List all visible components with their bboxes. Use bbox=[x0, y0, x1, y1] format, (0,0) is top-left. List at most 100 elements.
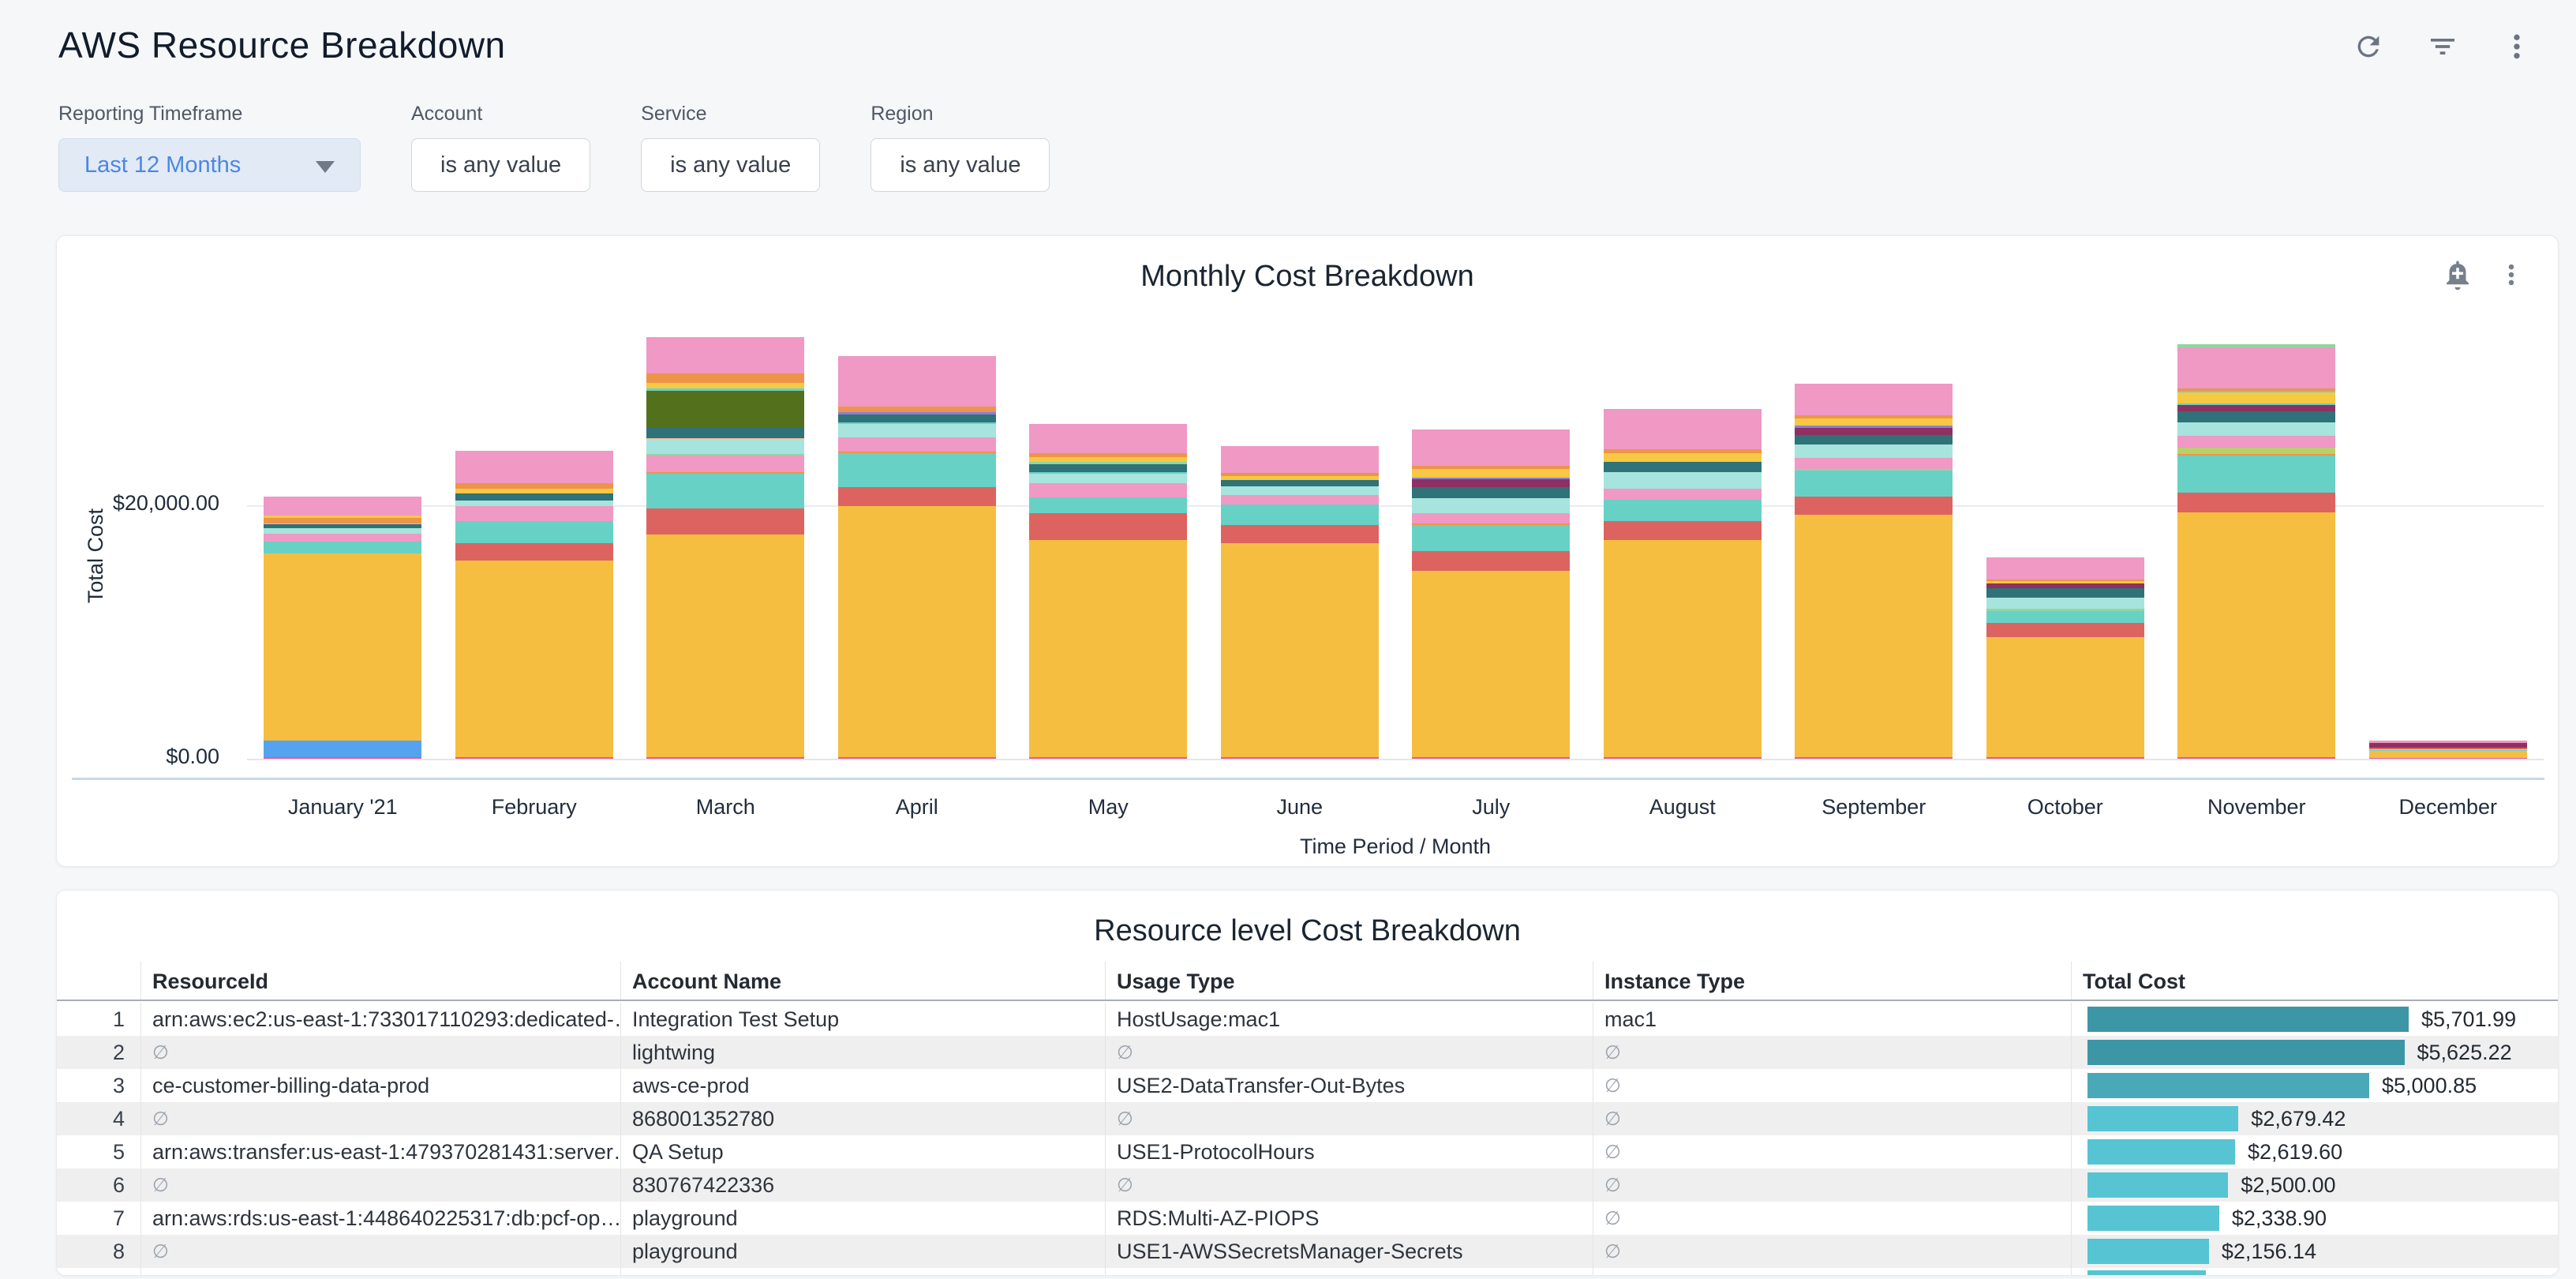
bar-segment-amber[interactable] bbox=[646, 534, 804, 757]
bar-segment-lightcyan[interactable] bbox=[1221, 486, 1379, 495]
bar-segment-yellowgreen[interactable] bbox=[2177, 448, 2335, 454]
cell-total-cost[interactable]: $2,619.60 bbox=[2071, 1135, 2559, 1168]
cell-usage-type[interactable]: HostUsage:mac1 bbox=[1105, 1003, 1593, 1036]
bar-segment-pink[interactable] bbox=[1412, 513, 1570, 524]
cell-account-name[interactable]: lightwing bbox=[620, 1036, 1105, 1069]
cell-usage-type[interactable]: USE1-ProtocolHours bbox=[1105, 1135, 1593, 1168]
bar-segment-yellow[interactable] bbox=[2177, 392, 2335, 403]
bar-segment-darkteal[interactable] bbox=[1604, 462, 1762, 472]
bar-segment-darkteal[interactable] bbox=[1029, 464, 1187, 472]
cell-usage-type[interactable]: USE2-DataTransfer-Out-Bytes bbox=[1105, 1069, 1593, 1102]
bar-segment-orange[interactable] bbox=[646, 373, 804, 383]
bar-segment-pink[interactable] bbox=[1604, 489, 1762, 500]
bar-segment-darkteal[interactable] bbox=[1986, 588, 2144, 598]
bar-segment-amber[interactable] bbox=[1986, 637, 2144, 757]
bar-segment-pink[interactable] bbox=[1795, 458, 1953, 469]
bar-segment-orange[interactable] bbox=[838, 407, 996, 412]
bar-segment-pink[interactable] bbox=[646, 456, 804, 473]
bar-segment-lightcyan[interactable] bbox=[2177, 422, 2335, 436]
bar-april[interactable] bbox=[822, 317, 1013, 759]
bar-segment-lightcyan[interactable] bbox=[1412, 498, 1570, 513]
bar-segment-darkteal[interactable] bbox=[838, 414, 996, 422]
bar-segment-teal[interactable] bbox=[455, 521, 613, 542]
bar-segment-teal[interactable] bbox=[1986, 611, 2144, 623]
bar-segment-pink[interactable] bbox=[1986, 557, 2144, 579]
bar-segment-lightcyan[interactable] bbox=[1795, 444, 1953, 458]
bar-january-21[interactable] bbox=[247, 317, 439, 759]
cell-account-name[interactable]: 830767422336 bbox=[620, 1168, 1105, 1202]
bar-segment-lightcyan[interactable] bbox=[455, 501, 613, 506]
filter-icon[interactable] bbox=[2426, 30, 2459, 63]
bar-segment-red[interactable] bbox=[455, 543, 613, 561]
bar-segment-red[interactable] bbox=[1986, 623, 2144, 636]
cell-total-cost[interactable]: $5,701.99 bbox=[2071, 1003, 2559, 1036]
bar-segment-teal[interactable] bbox=[1604, 500, 1762, 521]
bar-segment-pink[interactable] bbox=[838, 437, 996, 452]
bar-october[interactable] bbox=[1970, 317, 2162, 759]
bar-february[interactable] bbox=[439, 317, 631, 759]
cell-resource-id[interactable]: ce-customer-billing-data-prod bbox=[140, 1069, 620, 1102]
cell-resource-id[interactable]: arn:aws:rds:us-east-1:448640225317:db:pc… bbox=[140, 1202, 620, 1235]
cell-usage-type[interactable]: USE1-AWSSecretsManager-Secrets bbox=[1105, 1235, 1593, 1268]
bar-segment-amber[interactable] bbox=[2369, 751, 2527, 758]
bar-segment-amber[interactable] bbox=[264, 553, 421, 741]
bar-segment-darkteal[interactable] bbox=[455, 493, 613, 501]
bar-segment-darkteal[interactable] bbox=[2177, 411, 2335, 422]
bar-march[interactable] bbox=[630, 317, 822, 759]
bar-segment-pink[interactable] bbox=[1029, 483, 1187, 497]
filter-value-button[interactable]: is any value bbox=[641, 138, 820, 192]
bar-segment-teal[interactable] bbox=[2177, 456, 2335, 493]
cell-account-name[interactable]: playground bbox=[620, 1202, 1105, 1235]
bar-segment-amber[interactable] bbox=[1029, 540, 1187, 756]
bar-segment-red[interactable] bbox=[1412, 551, 1570, 571]
cell-total-cost[interactable]: $5,625.22 bbox=[2071, 1036, 2559, 1069]
cell-account-name[interactable]: playground bbox=[620, 1235, 1105, 1268]
table-row[interactable]: 4∅868001352780∅∅$2,679.42 bbox=[57, 1102, 2558, 1135]
filter-value-button[interactable]: is any value bbox=[871, 138, 1050, 192]
table-row[interactable]: 8∅playgroundUSE1-AWSSecretsManager-Secre… bbox=[57, 1235, 2558, 1268]
cell-resource-id[interactable]: arn:aws:ec2:us-east-1:733017110293:dedic… bbox=[140, 1003, 620, 1036]
bar-november[interactable] bbox=[2161, 317, 2353, 759]
bar-segment-pink[interactable] bbox=[1029, 424, 1187, 453]
bar-segment-amber[interactable] bbox=[838, 506, 996, 757]
bar-segment-teal[interactable] bbox=[1029, 497, 1187, 513]
bar-segment-orange[interactable] bbox=[455, 483, 613, 489]
bar-segment-blue[interactable] bbox=[264, 741, 421, 757]
bar-segment-red[interactable] bbox=[646, 508, 804, 535]
bar-segment-pink[interactable] bbox=[264, 534, 421, 542]
bar-segment-lightcyan[interactable] bbox=[838, 424, 996, 437]
bar-segment-pink[interactable] bbox=[646, 337, 804, 374]
bar-segment-red[interactable] bbox=[838, 487, 996, 506]
cell-account-name[interactable]: Integration Test Setup bbox=[620, 1003, 1105, 1036]
bar-segment-red[interactable] bbox=[1029, 513, 1187, 541]
refresh-icon[interactable] bbox=[2352, 30, 2385, 63]
bar-segment-lightcyan[interactable] bbox=[1604, 472, 1762, 489]
bar-segment-amber[interactable] bbox=[455, 561, 613, 757]
cell-total-cost[interactable]: $5,000.85 bbox=[2071, 1069, 2559, 1102]
cell-total-cost[interactable]: $2,500.00 bbox=[2071, 1168, 2559, 1202]
bar-segment-red[interactable] bbox=[1795, 497, 1953, 515]
bar-segment-darkteal[interactable] bbox=[646, 428, 804, 438]
bar-segment-teal[interactable] bbox=[646, 474, 804, 508]
bar-segment-amber[interactable] bbox=[1221, 543, 1379, 757]
bar-segment-darkteal[interactable] bbox=[1795, 435, 1953, 444]
table-row[interactable]: 2∅lightwing∅∅$5,625.22 bbox=[57, 1036, 2558, 1069]
bar-segment-amber[interactable] bbox=[1412, 571, 1570, 757]
bar-segment-yellow[interactable] bbox=[1412, 469, 1570, 478]
cell-total-cost[interactable]: $2,338.90 bbox=[2071, 1202, 2559, 1235]
bar-segment-pink[interactable] bbox=[1221, 495, 1379, 504]
bar-segment-yellow[interactable] bbox=[1795, 418, 1953, 426]
column-header-instance-type[interactable]: Instance Type bbox=[1593, 962, 2071, 1000]
bar-segment-yellow[interactable] bbox=[1604, 453, 1762, 462]
bar-segment-lightcyan[interactable] bbox=[1029, 474, 1187, 483]
column-header-resourceid[interactable]: ResourceId bbox=[140, 962, 620, 1000]
bar-segment-maroon[interactable] bbox=[2177, 405, 2335, 411]
bar-segment-pink[interactable] bbox=[455, 506, 613, 521]
bar-segment-pink[interactable] bbox=[455, 451, 613, 482]
bar-segment-darkteal[interactable] bbox=[1412, 487, 1570, 498]
column-header-account-name[interactable]: Account Name bbox=[620, 962, 1105, 1000]
bar-june[interactable] bbox=[1204, 317, 1396, 759]
cell-instance-type[interactable]: mac1 bbox=[1593, 1003, 2071, 1036]
bar-august[interactable] bbox=[1587, 317, 1779, 759]
cell-total-cost[interactable]: $2,156.14 bbox=[2071, 1235, 2559, 1268]
